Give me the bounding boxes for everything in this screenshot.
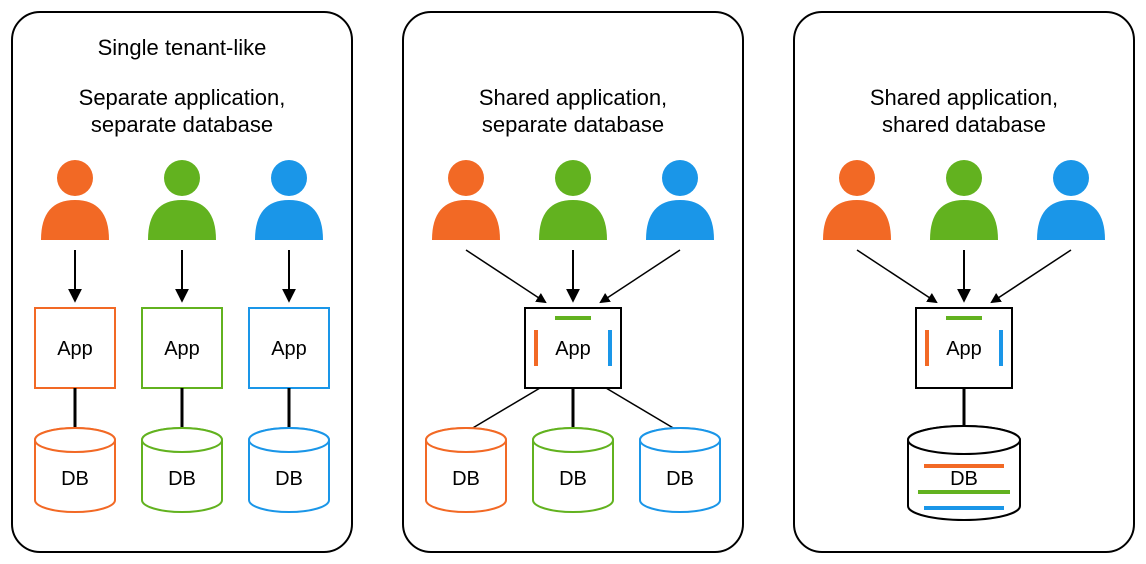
db-cylinder: DB [640,428,720,512]
app-label: App [271,338,307,360]
person-icon [930,160,998,240]
db-cylinder: DB [908,426,1020,520]
db-cylinder: DB [249,428,329,512]
person-icon [1037,160,1105,240]
arrow [992,250,1071,302]
panel-title-line3: separate database [91,112,273,137]
panel-shared-app-shared-db: Shared application, shared database App [794,12,1134,552]
person-icon [539,160,607,240]
panel-title-line3: separate database [482,112,664,137]
app-label: App [57,338,93,360]
panel-title-line3: shared database [882,112,1046,137]
person-icon [255,160,323,240]
db-cylinder: DB [426,428,506,512]
db-label: DB [61,468,89,490]
app-label: App [946,338,982,360]
person-icon [823,160,891,240]
app-box: App [142,308,222,388]
app-box: App [525,308,621,388]
panel-title-line2: Shared application, [870,85,1058,110]
db-cylinder: DB [533,428,613,512]
panel-title-line2: Shared application, [479,85,667,110]
db-label: DB [559,468,587,490]
app-label: App [164,338,200,360]
app-label: App [555,338,591,360]
arrow [857,250,936,302]
app-box: App [249,308,329,388]
app-box: App [916,308,1012,388]
person-icon [432,160,500,240]
db-label: DB [452,468,480,490]
panel-title-line2: Separate application, [79,85,286,110]
db-cylinder: DB [142,428,222,512]
arrow [601,250,680,302]
db-label: DB [168,468,196,490]
db-cylinder: DB [35,428,115,512]
app-box: App [35,308,115,388]
panel-separate-app-separate-db: Single tenant-like Separate application,… [12,12,352,552]
db-label: DB [666,468,694,490]
panel-title-line1: Single tenant-like [98,35,267,60]
connector [606,388,680,432]
person-icon [148,160,216,240]
arrow [466,250,545,302]
tenancy-diagram: Single tenant-like Separate application,… [0,0,1146,564]
person-icon [646,160,714,240]
db-label: DB [950,468,978,490]
connector [466,388,540,432]
panel-shared-app-separate-db: Shared application, separate database Ap… [403,12,743,552]
person-icon [41,160,109,240]
db-label: DB [275,468,303,490]
